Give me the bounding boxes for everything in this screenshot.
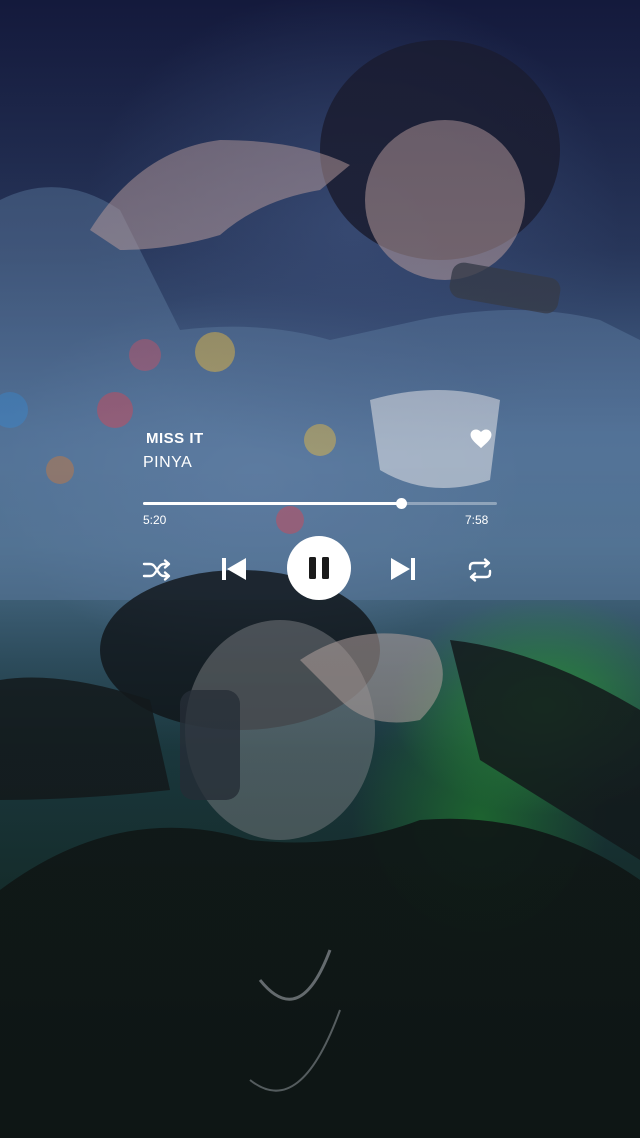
shuffle-icon[interactable]: [142, 557, 172, 583]
skip-previous-icon[interactable]: [220, 555, 248, 583]
total-duration: 7:58: [465, 513, 489, 527]
elapsed-time: 5:20: [143, 513, 167, 527]
lockscreen-wallpaper: MISS IT PINYA 5:20 7:58: [0, 0, 640, 1138]
repeat-icon[interactable]: [465, 557, 495, 583]
artist-name: PINYA: [143, 454, 193, 471]
skip-next-icon[interactable]: [389, 555, 417, 583]
progress-scrubber[interactable]: [396, 498, 408, 509]
pause-icon: [309, 557, 329, 579]
music-player-widget: MISS IT PINYA 5:20 7:58: [0, 0, 640, 1138]
pause-button[interactable]: [287, 536, 351, 600]
progress-bar[interactable]: [143, 498, 497, 509]
progress-fill: [143, 502, 402, 505]
heart-icon[interactable]: [470, 429, 492, 449]
song-title: MISS IT: [146, 430, 204, 447]
